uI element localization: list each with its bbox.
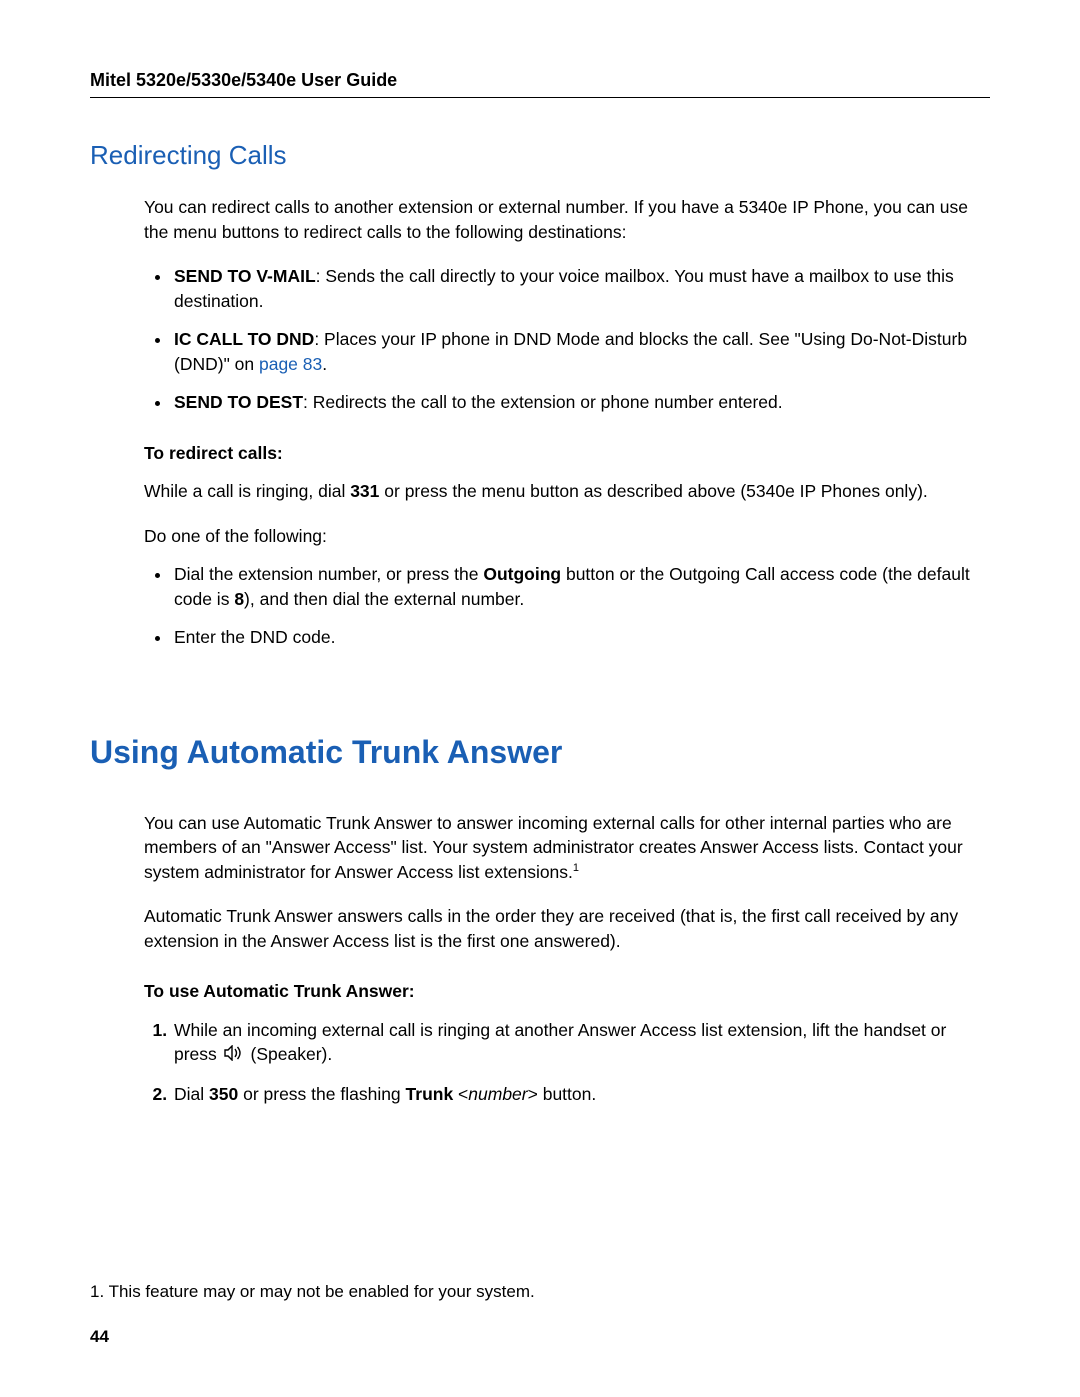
destination-bullet-list: SEND TO V-MAIL: Sends the call directly … xyxy=(144,264,990,415)
page-link[interactable]: page 83 xyxy=(259,354,322,374)
page: Mitel 5320e/5330e/5340e User Guide Redir… xyxy=(0,0,1080,1397)
speaker-icon xyxy=(224,1043,244,1068)
section-automatic-trunk-answer-title: Using Automatic Trunk Answer xyxy=(90,734,990,771)
text-fragment: Dial the extension number, or press the xyxy=(174,564,483,584)
procedure-text: While a call is ringing, dial 331 or pre… xyxy=(144,479,990,504)
text-fragment: (Speaker). xyxy=(246,1044,333,1064)
intro-paragraph: You can redirect calls to another extens… xyxy=(144,195,990,244)
text-fragment: < xyxy=(453,1084,468,1104)
list-item: SEND TO DEST: Redirects the call to the … xyxy=(172,390,990,415)
list-item: Dial 350 or press the flashing Trunk <nu… xyxy=(172,1082,990,1107)
procedure-text: Do one of the following: xyxy=(144,524,990,549)
procedure-step-list: While an incoming external call is ringi… xyxy=(144,1018,990,1107)
list-item: While an incoming external call is ringi… xyxy=(172,1018,990,1068)
text-fragment: or press the menu button as described ab… xyxy=(379,481,927,501)
text-fragment: You can use Automatic Trunk Answer to an… xyxy=(144,813,963,882)
procedure-label: To use Automatic Trunk Answer: xyxy=(144,979,990,1004)
list-item: Dial the extension number, or press the … xyxy=(172,562,990,611)
text-fragment: While a call is ringing, dial xyxy=(144,481,350,501)
section-redirecting-calls-title: Redirecting Calls xyxy=(90,140,990,171)
default-code: 8 xyxy=(234,589,244,609)
list-item: SEND TO V-MAIL: Sends the call directly … xyxy=(172,264,990,313)
footnote: 1. This feature may or may not be enable… xyxy=(90,1282,990,1302)
dial-code: 350 xyxy=(209,1084,238,1104)
procedure-label: To redirect calls: xyxy=(144,441,990,466)
section-automatic-trunk-answer-body: You can use Automatic Trunk Answer to an… xyxy=(144,811,990,1107)
list-item: IC CALL TO DND: Places your IP phone in … xyxy=(172,327,990,376)
bullet-label: SEND TO V-MAIL xyxy=(174,266,316,286)
body-paragraph: Automatic Trunk Answer answers calls in … xyxy=(144,904,990,953)
placeholder-text: number xyxy=(468,1084,527,1104)
text-fragment: Dial xyxy=(174,1084,209,1104)
dial-code: 331 xyxy=(350,481,379,501)
list-item: Enter the DND code. xyxy=(172,625,990,650)
bullet-label: SEND TO DEST xyxy=(174,392,303,412)
text-fragment: > button. xyxy=(528,1084,597,1104)
section-redirecting-calls-body: You can redirect calls to another extens… xyxy=(144,195,990,650)
procedure-bullet-list: Dial the extension number, or press the … xyxy=(144,562,990,650)
bullet-text: . xyxy=(322,354,327,374)
button-name: Outgoing xyxy=(483,564,561,584)
bullet-text: : Redirects the call to the extension or… xyxy=(303,392,783,412)
text-fragment: ), and then dial the external number. xyxy=(244,589,524,609)
page-number: 44 xyxy=(90,1327,109,1347)
body-paragraph: You can use Automatic Trunk Answer to an… xyxy=(144,811,990,885)
running-head: Mitel 5320e/5330e/5340e User Guide xyxy=(90,70,990,98)
bullet-label: IC CALL TO DND xyxy=(174,329,314,349)
button-name: Trunk xyxy=(406,1084,454,1104)
text-fragment: or press the flashing xyxy=(238,1084,405,1104)
footnote-ref: 1 xyxy=(573,862,579,874)
